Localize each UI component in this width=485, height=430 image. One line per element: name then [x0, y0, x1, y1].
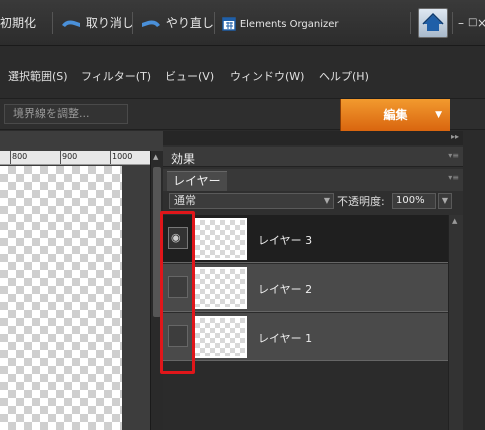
horizontal-ruler: 800 900 1000 [0, 151, 150, 165]
home-icon [422, 12, 444, 31]
opacity-dropdown-icon[interactable]: ▼ [438, 193, 452, 209]
layer-row[interactable]: レイヤー 2 [163, 264, 448, 312]
ruler-tick: 1000 [112, 152, 133, 161]
ruler-tick: 900 [62, 152, 78, 161]
layer-thumbnail [193, 218, 247, 260]
organizer-label: Elements Organizer [239, 19, 339, 30]
toolbar-divider [132, 12, 133, 34]
menu-item-view[interactable]: ビュー(V) [165, 68, 214, 84]
menu-item-window[interactable]: ウィンドウ(W) [230, 68, 304, 84]
redo-label: やり直し [165, 16, 214, 30]
undo-label: 取り消し [85, 16, 134, 30]
layer-name: レイヤー 1 [258, 332, 313, 345]
panel-strip: ▸▸ [163, 131, 463, 145]
document-canvas[interactable] [0, 166, 122, 430]
right-panel: ▸▸ 効果 ▾≡ レイヤー ▾≡ 通常 ▼ 不透明度: 100% ▼ ◉ レイヤ… [163, 131, 463, 430]
layer-row[interactable]: ◉ レイヤー 3 [163, 215, 448, 263]
redo-button[interactable]: やり直し [140, 12, 214, 34]
menu-item-filter[interactable]: フィルター(T) [81, 68, 151, 84]
organizer-button[interactable]: Elements Organizer [222, 12, 339, 34]
layer-options: 通常 ▼ 不透明度: 100% ▼ [163, 191, 463, 211]
panel-expand-icon[interactable]: ▸▸ [451, 132, 459, 141]
toolbar-divider [452, 12, 453, 34]
redo-icon [142, 20, 160, 27]
layer-thumbnail [193, 267, 247, 309]
tab-layers[interactable]: レイヤー ▾≡ [163, 169, 463, 191]
layer-list-scrollbar[interactable]: ▲ [448, 215, 463, 430]
layer-name: レイヤー 2 [258, 283, 313, 296]
reset-button[interactable]: 初期化 [0, 12, 36, 34]
ruler-tick: 800 [12, 152, 28, 161]
toolbar-divider [410, 12, 411, 34]
undo-icon [62, 20, 80, 27]
ruler-mark [110, 151, 111, 164]
scroll-up-icon[interactable]: ▲ [452, 217, 457, 225]
opacity-label: 不透明度: [337, 195, 385, 208]
calendar-grid-icon [222, 16, 236, 31]
panel-edge [463, 131, 485, 430]
panel-menu-icon[interactable]: ▾≡ [448, 151, 459, 160]
tab-effects-label: 効果 [171, 152, 196, 166]
options-bar: 境界線を調整... 編集 ▼ [0, 98, 485, 131]
edit-mode-label: 編集 [383, 108, 408, 122]
menu-item-help[interactable]: ヘルプ(H) [319, 68, 369, 84]
home-button[interactable] [418, 8, 448, 38]
menu-bar: 選択範囲(S) フィルター(T) ビュー(V) ウィンドウ(W) ヘルプ(H) [0, 62, 485, 90]
canvas-area: 800 900 1000 ▲ [0, 131, 163, 430]
layer-thumbnail [193, 316, 247, 358]
minimize-button[interactable]: – [458, 12, 464, 34]
undo-button[interactable]: 取り消し [60, 12, 134, 34]
adjust-edge-button[interactable]: 境界線を調整... [4, 104, 128, 124]
layer-list: ◉ レイヤー 3 レイヤー 2 レイヤー 1 [163, 215, 448, 430]
layer-name: レイヤー 3 [258, 234, 313, 247]
visibility-highlight-box [160, 211, 195, 374]
top-toolbar: 初期化 取り消し やり直し Elements Organizer – □ × [0, 0, 485, 46]
opacity-input[interactable]: 100% [392, 193, 436, 209]
close-button[interactable]: × [477, 12, 485, 34]
chevron-down-icon: ▼ [323, 196, 330, 205]
menu-item-select[interactable]: 選択範囲(S) [8, 68, 68, 84]
toolbar-divider [52, 12, 53, 34]
ruler-mark [10, 151, 11, 164]
ruler-mark [60, 151, 61, 164]
panel-menu-icon[interactable]: ▾≡ [448, 173, 459, 182]
edit-mode-button[interactable]: 編集 ▼ [340, 99, 450, 131]
scroll-up-icon[interactable]: ▲ [153, 153, 158, 161]
tab-layers-label: レイヤー [167, 171, 227, 191]
layer-row[interactable]: レイヤー 1 [163, 313, 448, 361]
blend-mode-select[interactable]: 通常 ▼ [169, 193, 334, 209]
chevron-down-icon: ▼ [435, 110, 442, 120]
toolbar-divider [214, 12, 215, 34]
blend-mode-value: 通常 [174, 194, 196, 207]
tab-effects[interactable]: 効果 ▾≡ [163, 147, 463, 167]
